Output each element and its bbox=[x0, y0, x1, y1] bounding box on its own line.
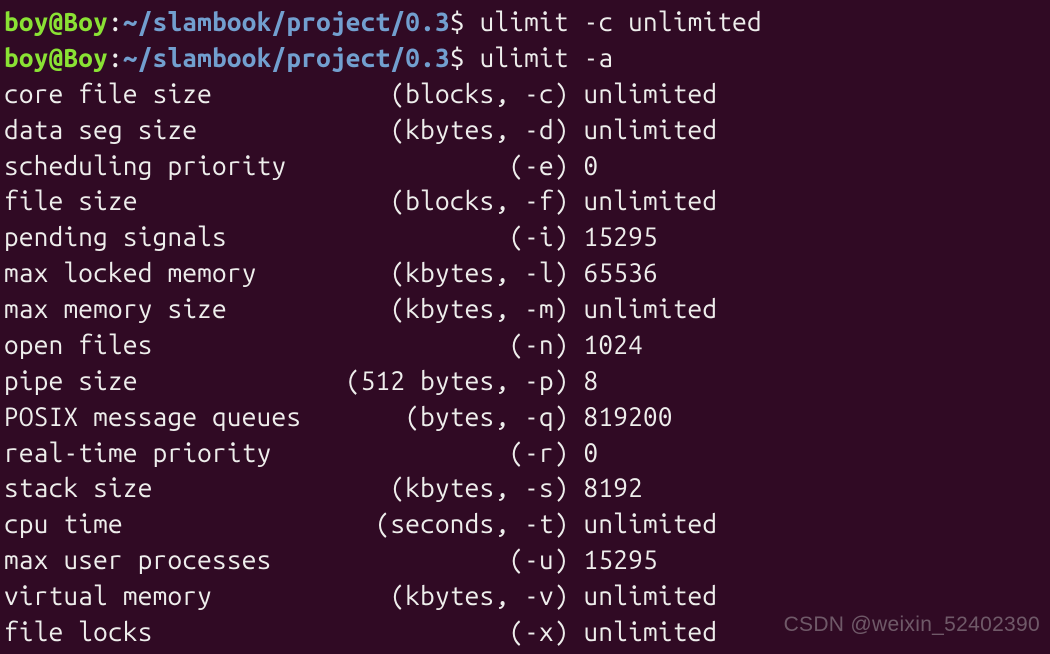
terminal-output[interactable]: boy@Boy:~/slambook/project/0.3$ ulimit -… bbox=[4, 4, 1050, 650]
ulimit-row: max user processes (-u) 15295 bbox=[4, 542, 1050, 578]
ulimit-row: real-time priority (-r) 0 bbox=[4, 435, 1050, 471]
ulimit-row: open files (-n) 1024 bbox=[4, 327, 1050, 363]
command-text: ulimit -a bbox=[480, 43, 614, 72]
prompt-path: ~/slambook/project/0.3 bbox=[123, 43, 450, 72]
ulimit-row: virtual memory (kbytes, -v) unlimited bbox=[4, 578, 1050, 614]
ulimit-row: pending signals (-i) 15295 bbox=[4, 219, 1050, 255]
prompt-path: ~/slambook/project/0.3 bbox=[123, 7, 450, 36]
ulimit-row: scheduling priority (-e) 0 bbox=[4, 148, 1050, 184]
ulimit-row: max memory size (kbytes, -m) unlimited bbox=[4, 291, 1050, 327]
command-line-1: boy@Boy:~/slambook/project/0.3$ ulimit -… bbox=[4, 4, 1050, 40]
prompt-separator: : bbox=[108, 7, 123, 36]
ulimit-row: pipe size (512 bytes, -p) 8 bbox=[4, 363, 1050, 399]
ulimit-row: POSIX message queues (bytes, -q) 819200 bbox=[4, 399, 1050, 435]
watermark-text: CSDN @weixin_52402390 bbox=[784, 611, 1040, 640]
ulimit-row: stack size (kbytes, -s) 8192 bbox=[4, 470, 1050, 506]
prompt-dollar: $ bbox=[450, 43, 480, 72]
prompt-user: boy@Boy bbox=[4, 43, 108, 72]
command-text: ulimit -c unlimited bbox=[480, 7, 762, 36]
ulimit-row: file size (blocks, -f) unlimited bbox=[4, 183, 1050, 219]
command-line-2: boy@Boy:~/slambook/project/0.3$ ulimit -… bbox=[4, 40, 1050, 76]
ulimit-row: data seg size (kbytes, -d) unlimited bbox=[4, 112, 1050, 148]
ulimit-row: cpu time (seconds, -t) unlimited bbox=[4, 506, 1050, 542]
ulimit-row: max locked memory (kbytes, -l) 65536 bbox=[4, 255, 1050, 291]
prompt-user: boy@Boy bbox=[4, 7, 108, 36]
prompt-separator: : bbox=[108, 43, 123, 72]
ulimit-row: core file size (blocks, -c) unlimited bbox=[4, 76, 1050, 112]
prompt-dollar: $ bbox=[450, 7, 480, 36]
